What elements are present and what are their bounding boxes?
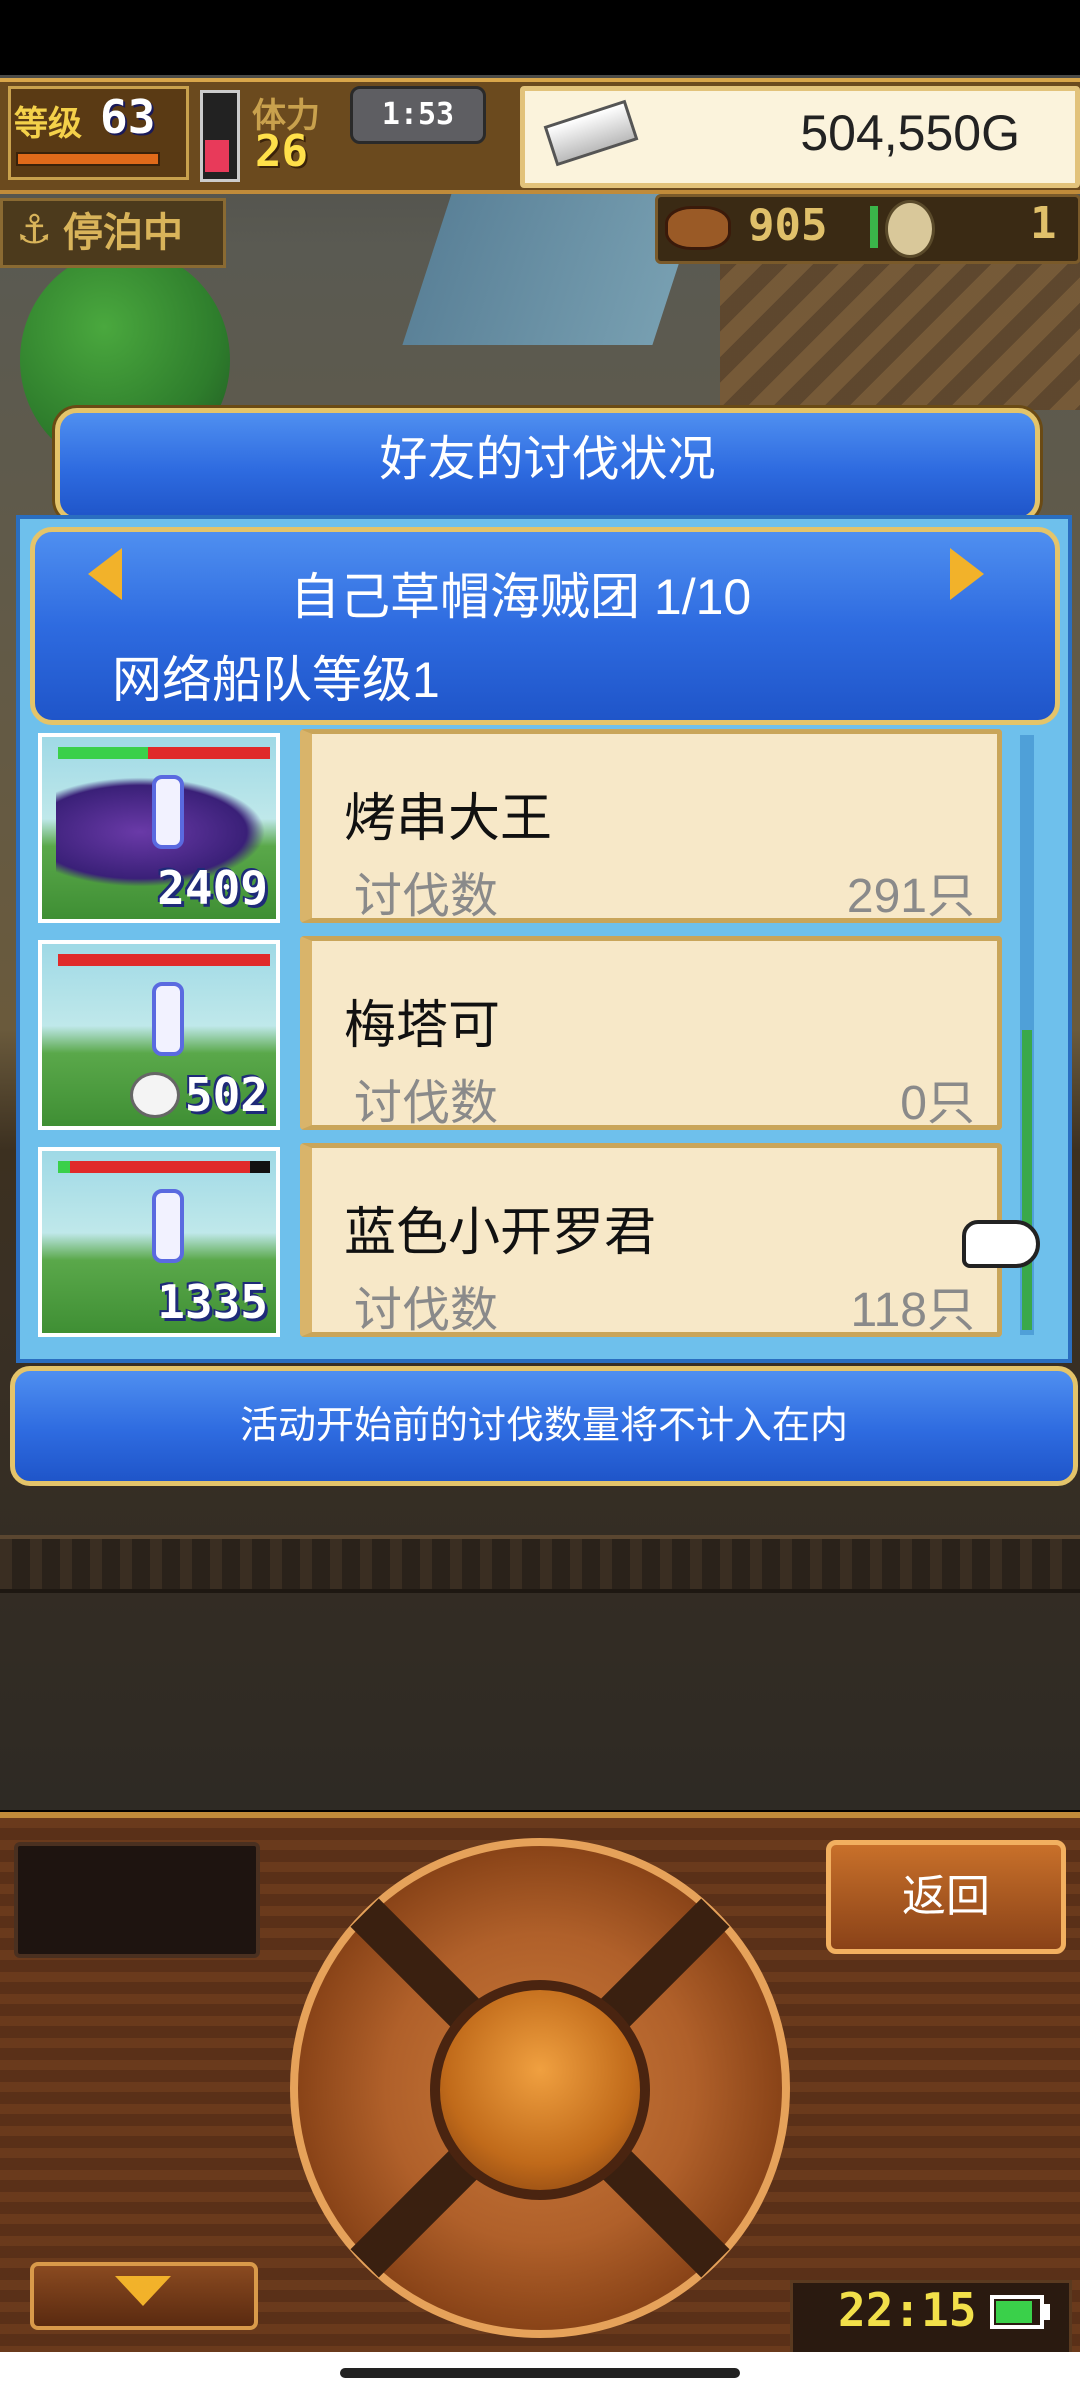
resource-divider xyxy=(870,206,878,248)
chevron-down-icon xyxy=(115,2276,171,2306)
subjugation-label: 讨伐数 xyxy=(354,870,499,923)
home-indicator[interactable] xyxy=(340,2368,740,2378)
list-scrollbar-thumb[interactable] xyxy=(1022,1030,1032,1330)
empty-slot xyxy=(14,1842,260,1958)
ship-railing xyxy=(0,1535,1080,1593)
kill-count: 502 xyxy=(184,1068,268,1122)
hp-bar xyxy=(58,747,270,759)
friend-thumbnail[interactable]: 2409 xyxy=(38,733,280,923)
level-value: 63 xyxy=(100,90,156,144)
hp-bar xyxy=(58,954,270,966)
friend-thumbnail[interactable]: 502 xyxy=(38,940,280,1130)
hp-bar-green xyxy=(58,1161,70,1173)
anchor-icon: ⚓ xyxy=(16,207,52,253)
pointing-hand-icon xyxy=(962,1220,1040,1268)
kill-count: 2409 xyxy=(157,861,268,915)
meat-icon xyxy=(665,206,731,250)
dialog-title: 好友的讨伐状况 xyxy=(379,433,716,486)
medal-amount: 1 xyxy=(1030,198,1057,249)
friend-row[interactable]: 梅塔可 讨伐数 0只 xyxy=(300,936,1002,1130)
stamina-value: 26 xyxy=(255,126,308,177)
subjugation-count: 0只 xyxy=(900,1077,975,1130)
subjugation-label: 讨伐数 xyxy=(354,1077,499,1130)
hp-bar-red xyxy=(58,954,270,966)
hp-bar-red xyxy=(70,1161,250,1173)
rabbit-sprite xyxy=(130,1072,180,1118)
stamina-gauge-fill xyxy=(205,140,229,172)
gold-amount: 504,550G xyxy=(800,105,1020,161)
game-clock: 22:15 xyxy=(838,2283,977,2337)
next-team-arrow-icon[interactable] xyxy=(950,548,984,600)
fleet-level: 网络船队等级1 xyxy=(112,652,440,708)
medal-coin-icon xyxy=(885,200,935,258)
friend-name: 梅塔可 xyxy=(344,997,501,1055)
exp-bar xyxy=(16,152,160,166)
hp-bar xyxy=(58,1161,270,1173)
subjugation-label: 讨伐数 xyxy=(354,1284,499,1337)
battery-tip xyxy=(1044,2304,1050,2320)
subjugation-count: 118只 xyxy=(850,1284,975,1337)
back-button[interactable]: 返回 xyxy=(826,1840,1066,1954)
friend-thumbnail[interactable]: 1335 xyxy=(38,1147,280,1337)
friend-row[interactable]: 烤串大王 讨伐数 291只 xyxy=(300,729,1002,923)
hp-bar-red xyxy=(148,747,270,759)
level-label: 等级 xyxy=(14,104,82,144)
alert-icon xyxy=(152,775,184,849)
alert-icon xyxy=(152,1189,184,1263)
subjugation-count: 291只 xyxy=(846,870,975,923)
alert-icon xyxy=(152,982,184,1056)
dpad-center-button[interactable] xyxy=(430,1980,650,2200)
friend-name: 烤串大王 xyxy=(344,790,553,848)
stamina-timer: 1:53 xyxy=(350,86,486,144)
hp-bar-green xyxy=(58,747,148,759)
team-name: 自己草帽海贼团 1/10 xyxy=(290,569,752,625)
friend-name: 蓝色小开罗君 xyxy=(344,1204,657,1262)
event-notice: 活动开始前的讨伐数量将不计入在内 xyxy=(10,1366,1078,1486)
kill-count: 1335 xyxy=(157,1275,268,1329)
meat-amount: 905 xyxy=(748,200,828,251)
prev-team-arrow-icon[interactable] xyxy=(88,548,122,600)
battery-level xyxy=(996,2301,1032,2323)
friend-row[interactable]: 蓝色小开罗君 讨伐数 118只 xyxy=(300,1143,1002,1337)
